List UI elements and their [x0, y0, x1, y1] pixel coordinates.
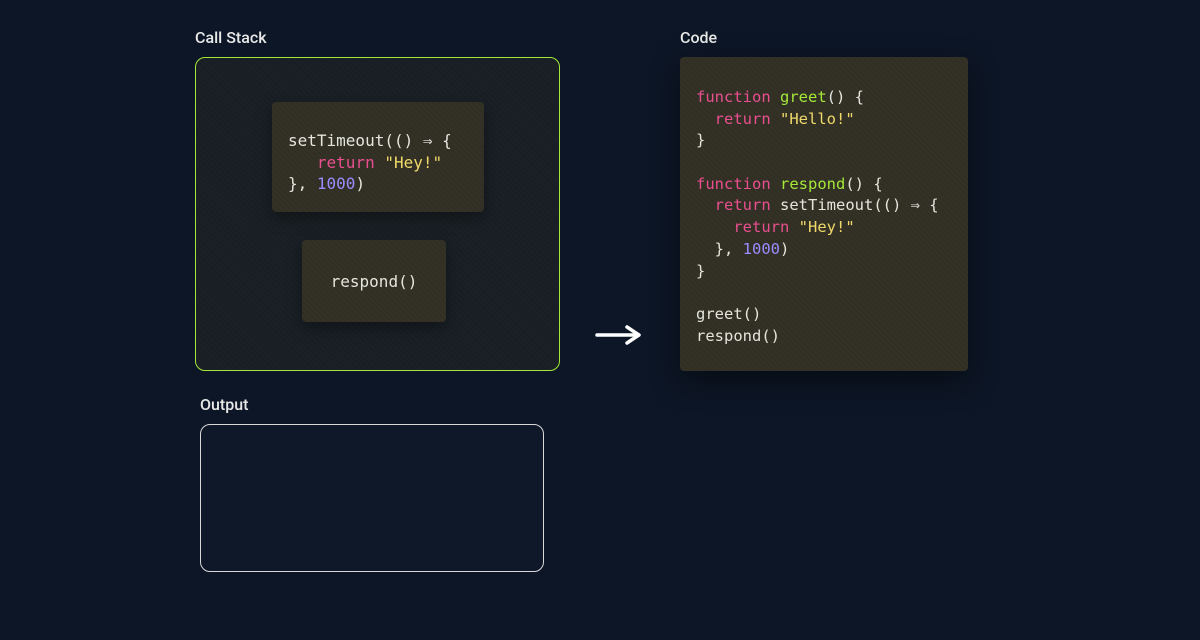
- arrow-icon: [595, 320, 645, 350]
- stack-frame-settimeout-code: setTimeout(() ⇒ { return "Hey!" }, 1000): [288, 130, 452, 195]
- output-section: Output: [200, 395, 560, 572]
- callstack-section: Call Stack setTimeout(() ⇒ { return "Hey…: [195, 28, 565, 371]
- stack-frame-settimeout: setTimeout(() ⇒ { return "Hey!" }, 1000): [272, 102, 484, 212]
- output-box: [200, 424, 544, 572]
- code-content: function greet() { return "Hello!" } fun…: [696, 87, 954, 347]
- callstack-box: setTimeout(() ⇒ { return "Hey!" }, 1000)…: [195, 57, 560, 371]
- stack-frame-respond: respond(): [302, 240, 446, 322]
- output-label: Output: [200, 395, 560, 414]
- code-box: function greet() { return "Hello!" } fun…: [680, 57, 968, 371]
- callstack-label: Call Stack: [195, 28, 565, 47]
- code-label: Code: [680, 28, 1010, 47]
- stack-frame-respond-label: respond(): [331, 272, 418, 291]
- code-section: Code function greet() { return "Hello!" …: [680, 28, 1010, 371]
